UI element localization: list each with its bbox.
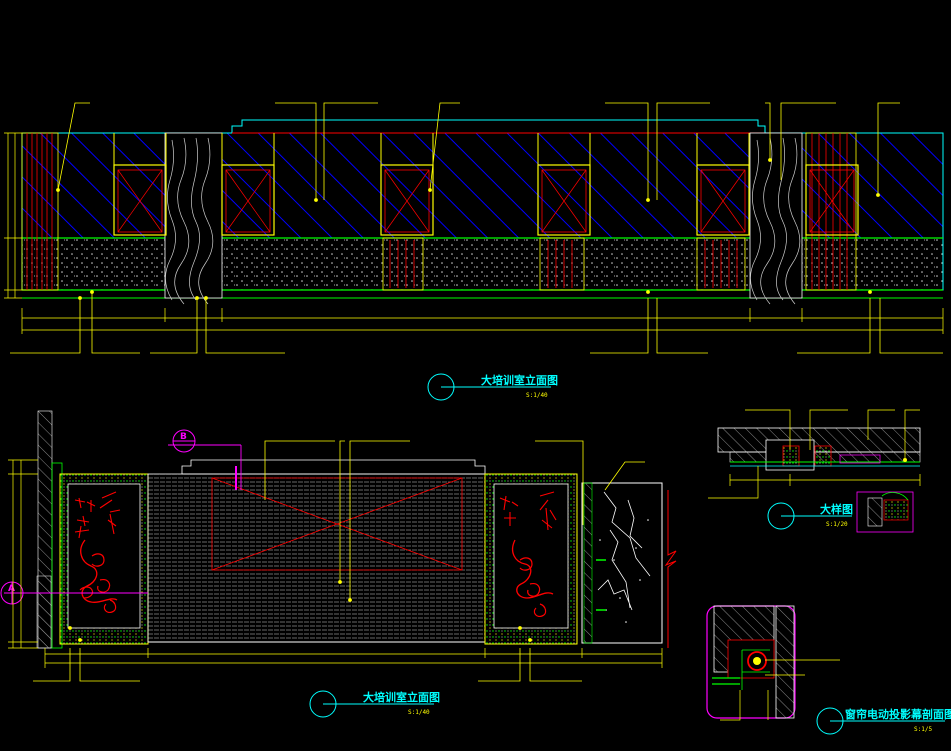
elevation-top-scale: S:1/40 <box>526 392 548 399</box>
projection-screen-panel <box>147 459 486 643</box>
art-panel-left <box>59 473 149 645</box>
fabric-dado-panel <box>22 238 943 290</box>
detail-large-title: 大样图 <box>820 502 853 516</box>
elevation-top-title: 大培训室立面图 <box>481 373 558 387</box>
art-panel-right <box>484 473 578 645</box>
glass-hatch-band <box>22 133 943 238</box>
section-marker-b-label: B <box>180 432 187 442</box>
wood-column-right <box>749 132 803 305</box>
cad-drawing-canvas: 大培训室立面图 S:1/40 B A 大培训室立面图 S:1/40 大样图 S:… <box>0 102 951 735</box>
elevation-bottom-title: 大培训室立面图 <box>363 690 440 704</box>
detail-section: 窗帘电动投影幕剖面图 S:1/5 <box>706 605 951 735</box>
elevation-top: 大培训室立面图 S:1/40 <box>4 102 944 401</box>
break-line <box>664 490 677 648</box>
title-block-bottom: 大培训室立面图 S:1/40 <box>309 690 440 718</box>
detail-section-title: 窗帘电动投影幕剖面图 <box>845 707 951 721</box>
section-marker-a-label: A <box>8 584 15 594</box>
detail-large-scale: S:1/20 <box>826 521 848 528</box>
elevation-bottom: B A 大培训室立面图 S:1/40 <box>0 410 677 718</box>
title-block-top: 大培训室立面图 S:1/40 <box>427 373 558 401</box>
marble-door-panel <box>581 482 677 648</box>
wood-column-left <box>164 132 223 305</box>
detail-large: 大样图 S:1/20 <box>708 409 921 533</box>
elevation-bottom-scale: S:1/40 <box>408 709 430 716</box>
detail-section-scale: S:1/5 <box>914 726 932 733</box>
skirting-section <box>36 575 52 649</box>
ceiling-step <box>231 119 766 133</box>
